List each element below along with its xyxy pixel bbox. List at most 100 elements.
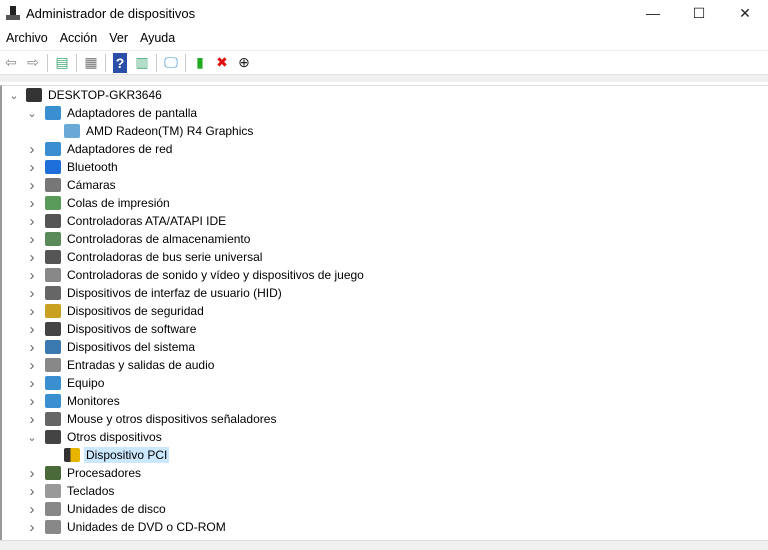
chevron-right-icon[interactable]: ›: [26, 158, 38, 176]
display-icon: [45, 106, 61, 120]
chevron-right-icon[interactable]: ›: [26, 500, 38, 518]
tree-item-label: Dispositivos de software: [67, 322, 197, 336]
chevron-right-icon[interactable]: ›: [26, 482, 38, 500]
device-manager-icon: [6, 6, 20, 20]
device-tree[interactable]: ⌄ DESKTOP-GKR3646 ⌄ Adaptadores de pantalla…: [0, 85, 768, 540]
show-hide-console-tree-icon[interactable]: ▤: [51, 53, 73, 73]
tree-item[interactable]: › Bluetooth: [30, 158, 120, 176]
menu-archivo[interactable]: Archivo: [0, 31, 54, 45]
tree-item[interactable]: AMD Radeon(TM) R4 Graphics: [64, 122, 255, 140]
tree-item[interactable]: › Unidades de DVD o CD-ROM: [30, 518, 228, 536]
chevron-right-icon[interactable]: ›: [26, 338, 38, 356]
toolbar-separator: [105, 53, 106, 72]
tree-item[interactable]: › Dispositivos del sistema: [30, 338, 197, 356]
status-bar: [0, 540, 768, 550]
forward-icon[interactable]: ⇨: [22, 53, 44, 73]
tree-item[interactable]: › Cámaras: [30, 176, 118, 194]
chevron-right-icon[interactable]: ›: [26, 194, 38, 212]
chevron-right-icon[interactable]: ›: [26, 230, 38, 248]
tree-item[interactable]: › Unidades de disco: [30, 500, 168, 518]
camera-icon: [45, 178, 61, 192]
chevron-right-icon[interactable]: ›: [26, 464, 38, 482]
tree-item-label: Procesadores: [67, 466, 142, 480]
tree-item-label: Unidades de disco: [67, 502, 166, 516]
chevron-right-icon[interactable]: ›: [26, 302, 38, 320]
audio-icon: [45, 358, 61, 372]
keyboard-icon: [45, 484, 61, 498]
tree-item[interactable]: ⌄ Otros dispositivos: [27, 428, 164, 446]
close-button[interactable]: ✕: [722, 0, 768, 26]
usb-icon: [45, 250, 61, 264]
chevron-right-icon[interactable]: ›: [26, 266, 38, 284]
bluetooth-icon: [45, 160, 61, 174]
software-icon: [45, 322, 61, 336]
security-icon: [45, 304, 61, 318]
tree-item[interactable]: › Dispositivos de software: [30, 320, 198, 338]
tree-item[interactable]: › Equipo: [30, 374, 106, 392]
tree-item-label: Dispositivos de interfaz de usuario (HID…: [67, 286, 282, 300]
update-driver-icon[interactable]: ▮: [189, 53, 211, 73]
tree-item[interactable]: › Controladoras de bus serie universal: [30, 248, 264, 266]
unknown-icon: [45, 430, 61, 444]
help-icon[interactable]: ?: [113, 52, 127, 73]
tree-item[interactable]: › Teclados: [30, 482, 116, 500]
chevron-right-icon[interactable]: ›: [26, 248, 38, 266]
tree-item-label: Bluetooth: [67, 160, 118, 174]
tree-item[interactable]: › Dispositivos de interfaz de usuario (HI…: [30, 284, 284, 302]
tree-item-label: Colas de impresión: [67, 196, 170, 210]
menu-ver[interactable]: Ver: [103, 31, 134, 45]
chevron-right-icon[interactable]: ›: [26, 176, 38, 194]
tree-item[interactable]: › Controladoras de almacenamiento: [30, 230, 252, 248]
chevron-right-icon[interactable]: ›: [26, 518, 38, 536]
tree-item-label: Teclados: [67, 484, 115, 498]
chevron-down-icon[interactable]: ⌄: [26, 104, 38, 122]
dvd-icon: [45, 520, 61, 534]
tree-item[interactable]: ⌄ DESKTOP-GKR3646: [9, 86, 164, 104]
chevron-right-icon[interactable]: ›: [26, 284, 38, 302]
maximize-button[interactable]: ☐: [676, 0, 722, 26]
tree-item-label: Dispositivos del sistema: [67, 340, 196, 354]
tree-item[interactable]: Dispositivo PCI: [64, 446, 170, 464]
tree-item[interactable]: › Controladoras ATA/ATAPI IDE: [30, 212, 228, 230]
chevron-right-icon[interactable]: ›: [26, 356, 38, 374]
chevron-right-icon[interactable]: ›: [26, 140, 38, 158]
tree-item[interactable]: › Dispositivos de seguridad: [30, 302, 206, 320]
printer-icon: [45, 196, 61, 210]
chevron-right-icon[interactable]: ›: [26, 374, 38, 392]
tree-item-label: Controladoras de sonido y vídeo y dispos…: [67, 268, 364, 282]
uninstall-icon[interactable]: ✖: [211, 53, 233, 73]
chevron-right-icon[interactable]: ›: [26, 392, 38, 410]
tree-item-label: Dispositivo PCI: [84, 447, 170, 463]
cpu-icon: [45, 466, 61, 480]
network-icon: [45, 142, 61, 156]
tree-item-label: Adaptadores de pantalla: [67, 106, 198, 120]
tree-item[interactable]: › Mouse y otros dispositivos señaladores: [30, 410, 278, 428]
menu-bar: Archivo Acción Ver Ayuda: [0, 26, 768, 50]
tree-item[interactable]: › Adaptadores de red: [30, 140, 174, 158]
tree-item[interactable]: › Colas de impresión: [30, 194, 172, 212]
display-device-icon: [64, 124, 80, 138]
computer-icon: [26, 88, 42, 102]
chevron-right-icon[interactable]: ›: [26, 320, 38, 338]
chevron-down-icon[interactable]: ⌄: [26, 428, 38, 446]
back-icon[interactable]: ⇦: [0, 53, 22, 73]
menu-accion[interactable]: Acción: [54, 31, 104, 45]
minimize-button[interactable]: —: [630, 0, 676, 26]
disable-device-icon[interactable]: ⊕: [233, 53, 255, 73]
tree-item[interactable]: ⌄ Adaptadores de pantalla: [27, 104, 199, 122]
action-pane-icon[interactable]: ▥: [131, 53, 153, 73]
chevron-right-icon[interactable]: ›: [26, 212, 38, 230]
tree-item[interactable]: › Monitores: [30, 392, 122, 410]
tree-item[interactable]: › Procesadores: [30, 464, 143, 482]
tree-item-label: Entradas y salidas de audio: [67, 358, 215, 372]
tree-item[interactable]: › Entradas y salidas de audio: [30, 356, 216, 374]
tree-item-label: Controladoras de bus serie universal: [67, 250, 263, 264]
scan-hardware-icon[interactable]: 🖵: [160, 53, 182, 73]
menu-ayuda[interactable]: Ayuda: [134, 31, 181, 45]
toolbar-separator: [185, 53, 186, 72]
sound-icon: [45, 268, 61, 282]
chevron-down-icon[interactable]: ⌄: [8, 86, 20, 104]
chevron-right-icon[interactable]: ›: [26, 410, 38, 428]
properties-icon[interactable]: ▦: [80, 53, 102, 73]
tree-item[interactable]: › Controladoras de sonido y vídeo y dispo…: [30, 266, 366, 284]
